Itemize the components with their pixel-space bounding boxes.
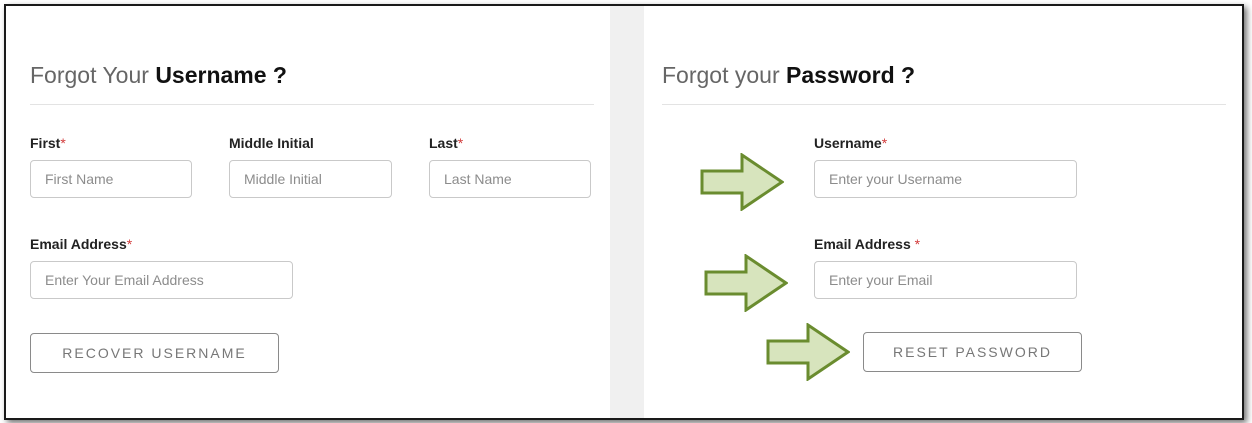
required-asterisk: * [457,135,464,151]
required-asterisk: * [881,135,888,151]
title-prefix: Forgot your [662,62,786,88]
first-name-label-text: First [30,135,61,151]
recover-username-button[interactable]: RECOVER USERNAME [30,333,279,373]
required-asterisk: * [60,135,66,151]
username-label: Username* [814,135,887,151]
middle-initial-input[interactable] [229,160,392,198]
username-label-text: Username [814,135,882,151]
title-divider [30,104,594,105]
green-arrow-icon [766,323,850,381]
middle-initial-label: Middle Initial [229,135,314,151]
email-address-label-text: Email Address [30,236,127,252]
forgot-password-panel: Forgot your Password ? Username* Email A… [644,6,1242,418]
middle-initial-label-text: Middle Initial [229,135,314,151]
title-prefix: Forgot Your [30,62,156,88]
reset-password-button[interactable]: RESET PASSWORD [863,332,1082,372]
reset-email-input[interactable] [814,261,1077,299]
screenshot-frame: Forgot Your Username ? First* Middle Ini… [4,4,1244,420]
arrow-shape [700,153,784,211]
green-arrow-icon [700,153,784,211]
forgot-password-title: Forgot your Password ? [662,62,915,89]
username-input[interactable] [814,160,1077,198]
last-name-label-text: Last [429,135,458,151]
required-asterisk: * [914,236,921,252]
reset-email-address-label-text: Email Address [814,236,915,252]
reset-email-address-label: Email Address * [814,236,920,252]
green-arrow-icon [704,254,788,312]
title-divider [662,104,1226,105]
title-bold: Username ? [155,62,287,88]
email-address-input[interactable] [30,261,293,299]
first-name-input[interactable] [30,160,192,198]
first-name-label: First* [30,135,66,151]
required-asterisk: * [126,236,133,252]
forgot-username-title: Forgot Your Username ? [30,62,287,89]
last-name-label: Last* [429,135,463,151]
email-address-label: Email Address* [30,236,132,252]
arrow-shape [766,323,850,381]
arrow-shape [704,254,788,312]
forgot-username-panel: Forgot Your Username ? First* Middle Ini… [6,6,610,418]
title-bold: Password ? [786,62,916,88]
last-name-input[interactable] [429,160,591,198]
panel-gutter [610,6,644,418]
